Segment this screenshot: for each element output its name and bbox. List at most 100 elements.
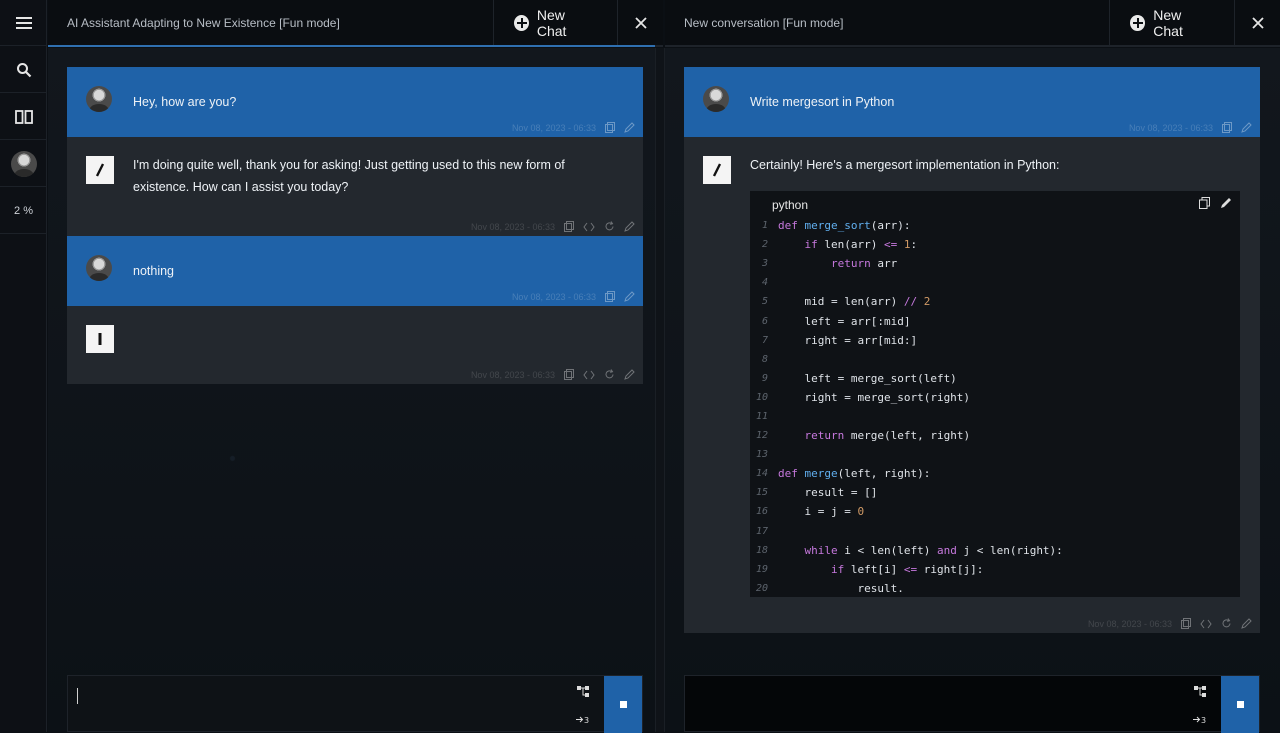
user-avatar [86,86,112,112]
message-input[interactable] [68,676,563,731]
code-text: left = merge_sort(left) [778,371,957,385]
code-line: 7 right = arr[mid:] [750,331,1240,350]
message-meta: Nov 08, 2023 - 06:33 [471,221,635,232]
pane-divider[interactable] [655,48,665,732]
message-timestamp: Nov 08, 2023 - 06:33 [470,221,555,232]
code-line: 16 i = j = 0 [750,502,1240,521]
message-text: nothing [133,264,175,278]
edit-icon[interactable] [624,221,635,232]
code-language: python [772,198,809,212]
stop-button[interactable] [1221,676,1259,733]
search-button[interactable] [0,47,47,93]
code-text: result. [778,581,904,595]
columns-icon [14,109,33,124]
user-avatar [10,150,37,177]
pane-header: New conversation [Fun mode] New Chat [665,0,1280,47]
line-number: 20 [755,582,768,594]
code-line: 6 left = arr[:mid] [750,311,1240,330]
code-line: 19 if left[i] <= right[j]: [750,560,1240,579]
branch-icon[interactable] [576,685,590,698]
message-text: I'm doing quite well, thank you for aski… [133,158,565,194]
user-avatar [703,86,729,112]
input-tools: 3 [564,676,602,733]
code-icon[interactable] [583,222,595,232]
line-number: 15 [755,487,768,499]
line-number: 8 [761,353,768,365]
edit-icon[interactable] [624,122,635,133]
edit-icon[interactable] [624,291,635,302]
line-number: 11 [755,410,768,422]
enter-key-icon[interactable]: 3 [1192,715,1208,724]
code-icon[interactable] [583,370,595,380]
code-line: 8 [750,350,1240,369]
code-text: return merge(left, right) [804,429,971,443]
line-number: 9 [761,372,768,384]
new-chat-button[interactable]: New Chat [1109,0,1232,46]
code-line: 17 [750,522,1240,541]
line-number: 13 [755,449,768,461]
close-pane-button[interactable] [1234,0,1280,46]
code-text: right = merge_sort(right) [778,390,971,404]
code-text: def merge(left, right): [778,467,931,481]
enter-key-icon[interactable]: 3 [575,715,591,724]
chat-pane-left: AI Assistant Adapting to New Existence [… [48,0,663,733]
line-number: 3 [761,258,768,270]
message-input[interactable] [685,676,1180,731]
message-text: Write mergesort in Python [750,95,895,109]
edit-icon[interactable] [1241,122,1252,133]
menu-button[interactable] [0,0,47,46]
code-text: mid = len(arr) // 2 [778,295,931,309]
close-pane-button[interactable] [617,0,663,46]
assistant-message: Nov 08, 2023 - 06:33 [67,306,643,384]
regenerate-icon[interactable] [604,369,615,380]
new-chat-button[interactable]: New Chat [493,0,614,46]
line-number: 1 [761,220,768,232]
conversation-title: New conversation [Fun mode] [684,16,844,30]
regenerate-icon[interactable] [604,221,615,232]
conversation-title: AI Assistant Adapting to New Existence [… [67,16,340,30]
close-icon [634,17,647,29]
stop-icon [619,701,627,708]
profile-button[interactable] [0,141,47,187]
message-timestamp: Nov 08, 2023 - 06:33 [1128,122,1213,133]
line-number: 10 [755,391,768,403]
code-line: 20 result. [750,579,1240,598]
message-meta: Nov 08, 2023 - 06:33 [1129,122,1252,133]
search-icon [16,62,31,77]
edit-icon[interactable] [624,369,635,380]
user-message: Write mergesort in Python Nov 08, 2023 -… [684,67,1260,137]
edit-icon[interactable] [1241,618,1252,629]
copy-icon[interactable] [1222,122,1232,133]
message-timestamp: Nov 08, 2023 - 06:33 [1087,618,1172,629]
copy-code-icon[interactable] [1199,197,1210,209]
edit-code-icon[interactable] [1220,197,1232,209]
assistant-logo-icon [86,156,114,184]
assistant-message: I'm doing quite well, thank you for aski… [67,137,643,236]
code-text: return arr [830,257,898,271]
copy-icon[interactable] [564,369,574,380]
copy-icon[interactable] [1181,618,1191,629]
message-text: Hey, how are you? [133,95,237,109]
code-text: right = arr[mid:] [778,333,918,347]
svg-text:3: 3 [584,716,589,724]
split-view-button[interactable] [0,94,47,140]
copy-icon[interactable] [605,291,615,302]
code-line: 14 def merge(left, right): [750,464,1240,483]
message-meta: Nov 08, 2023 - 06:33 [1088,618,1252,629]
regenerate-icon[interactable] [1221,618,1232,629]
line-number: 7 [761,334,768,346]
code-icon[interactable] [1200,619,1212,629]
code-text: while i < len(left) and j < len(right): [804,543,1063,557]
copy-icon[interactable] [605,122,615,133]
copy-icon[interactable] [564,221,574,232]
branch-icon[interactable] [1193,685,1207,698]
code-line: 5 mid = len(arr) // 2 [750,292,1240,311]
code-text: if left[i] <= right[j]: [830,562,984,576]
hamburger-icon [15,16,32,29]
user-message: nothing Nov 08, 2023 - 06:33 [67,236,643,306]
message-meta: Nov 08, 2023 - 06:33 [512,291,635,302]
code-lines: 1 def merge_sort(arr): 2 if len(arr) <= 1:… [750,216,1240,598]
stop-button[interactable] [604,676,642,733]
message-timestamp: Nov 08, 2023 - 06:33 [470,369,555,380]
code-text: def merge_sort(arr): [778,219,911,233]
